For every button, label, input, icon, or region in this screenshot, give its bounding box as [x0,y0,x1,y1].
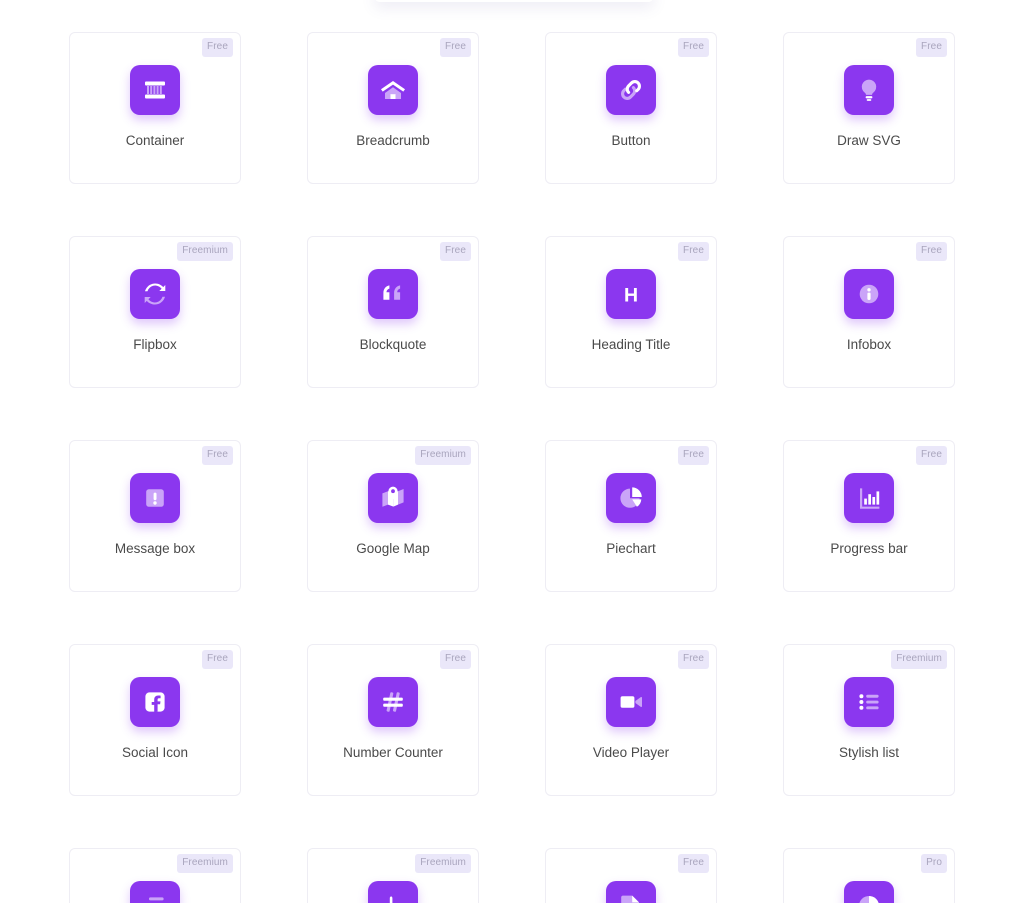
map-pin-icon [368,473,418,523]
widget-card[interactable]: Free Infobox [783,236,955,388]
document-icon [606,881,656,903]
widget-badge: Free [916,242,947,261]
widget-label: Draw SVG [837,133,901,148]
widget-badge: Free [678,38,709,57]
widget-badge: Free [440,38,471,57]
widget-badge: Free [678,650,709,669]
widget-label: Social Icon [121,745,189,760]
widget-card[interactable]: Free Breadcrumb [307,32,479,184]
widget-card-grid: Free Container Free Breadcrumb Free Button… [69,32,955,903]
widget-card[interactable]: Freemium Google Map [307,440,479,592]
widget-label: Google Map [356,541,430,556]
widget-badge: Free [440,242,471,261]
widget-badge: Freemium [177,242,233,261]
widget-label: Message box [114,541,196,556]
widget-card[interactable]: Free Video Player [545,644,717,796]
widget-card[interactable]: Freemium Flipbox [69,236,241,388]
widget-label: Breadcrumb [356,133,430,148]
widget-card[interactable]: Free Container [69,32,241,184]
widget-card[interactable]: Free Piechart [545,440,717,592]
container-icon [130,65,180,115]
widget-label: Heading Title [591,337,671,352]
widget-label: Video Player [592,745,670,760]
form-input-icon [130,881,180,903]
widget-card[interactable]: Freemium [307,848,479,903]
widget-label: Piechart [606,541,656,556]
home-icon [368,65,418,115]
widget-badge: Free [916,38,947,57]
widgets-gallery: Free Container Free Breadcrumb Free Button… [0,0,1024,903]
letter-h-icon: H [606,269,656,319]
video-camera-icon [606,677,656,727]
widget-badge: Free [678,242,709,261]
widget-label: Progress bar [830,541,908,556]
link-icon [606,65,656,115]
widget-card[interactable]: Free Blockquote [307,236,479,388]
svg-text:H: H [624,285,638,307]
widget-badge: Free [678,446,709,465]
exclamation-box-icon [130,473,180,523]
widget-card[interactable]: Free Progress bar [783,440,955,592]
widget-badge: Free [202,38,233,57]
widget-badge: Freemium [415,446,471,465]
widget-card[interactable]: Free Button [545,32,717,184]
hand-pointer-icon [368,881,418,903]
widget-label: Flipbox [133,337,177,352]
widget-card[interactable]: Free Number Counter [307,644,479,796]
top-cutoff-shadow [374,0,654,2]
widget-card[interactable]: Free Message box [69,440,241,592]
widget-badge: Free [678,854,709,873]
facebook-icon [130,677,180,727]
info-circle-icon [844,269,894,319]
widget-label: Infobox [846,337,892,352]
widget-label: Stylish list [838,745,899,760]
hash-icon [368,677,418,727]
widget-badge: Freemium [415,854,471,873]
widget-label: Number Counter [343,745,443,760]
widget-card[interactable]: Free Draw SVG [783,32,955,184]
flip-arrows-icon [130,269,180,319]
widget-label: Container [125,133,185,148]
widget-badge: Free [916,446,947,465]
widget-card[interactable]: Freemium Stylish list [783,644,955,796]
bar-chart-icon [844,473,894,523]
widget-card[interactable]: Free [545,848,717,903]
lightbulb-icon [844,65,894,115]
widget-label: Blockquote [359,337,427,352]
widget-badge: Free [202,650,233,669]
widget-card[interactable]: Pro [783,848,955,903]
pie-slice-icon [844,881,894,903]
widget-badge: Freemium [177,854,233,873]
pie-chart-icon [606,473,656,523]
widget-label: Button [611,133,651,148]
widget-card[interactable]: Freemium [69,848,241,903]
widget-card[interactable]: Free H Heading Title [545,236,717,388]
widget-badge: Free [440,650,471,669]
widget-badge: Free [202,446,233,465]
bullet-list-icon [844,677,894,727]
widget-badge: Pro [921,854,947,873]
widget-card[interactable]: Free Social Icon [69,644,241,796]
widget-badge: Freemium [891,650,947,669]
quote-icon [368,269,418,319]
